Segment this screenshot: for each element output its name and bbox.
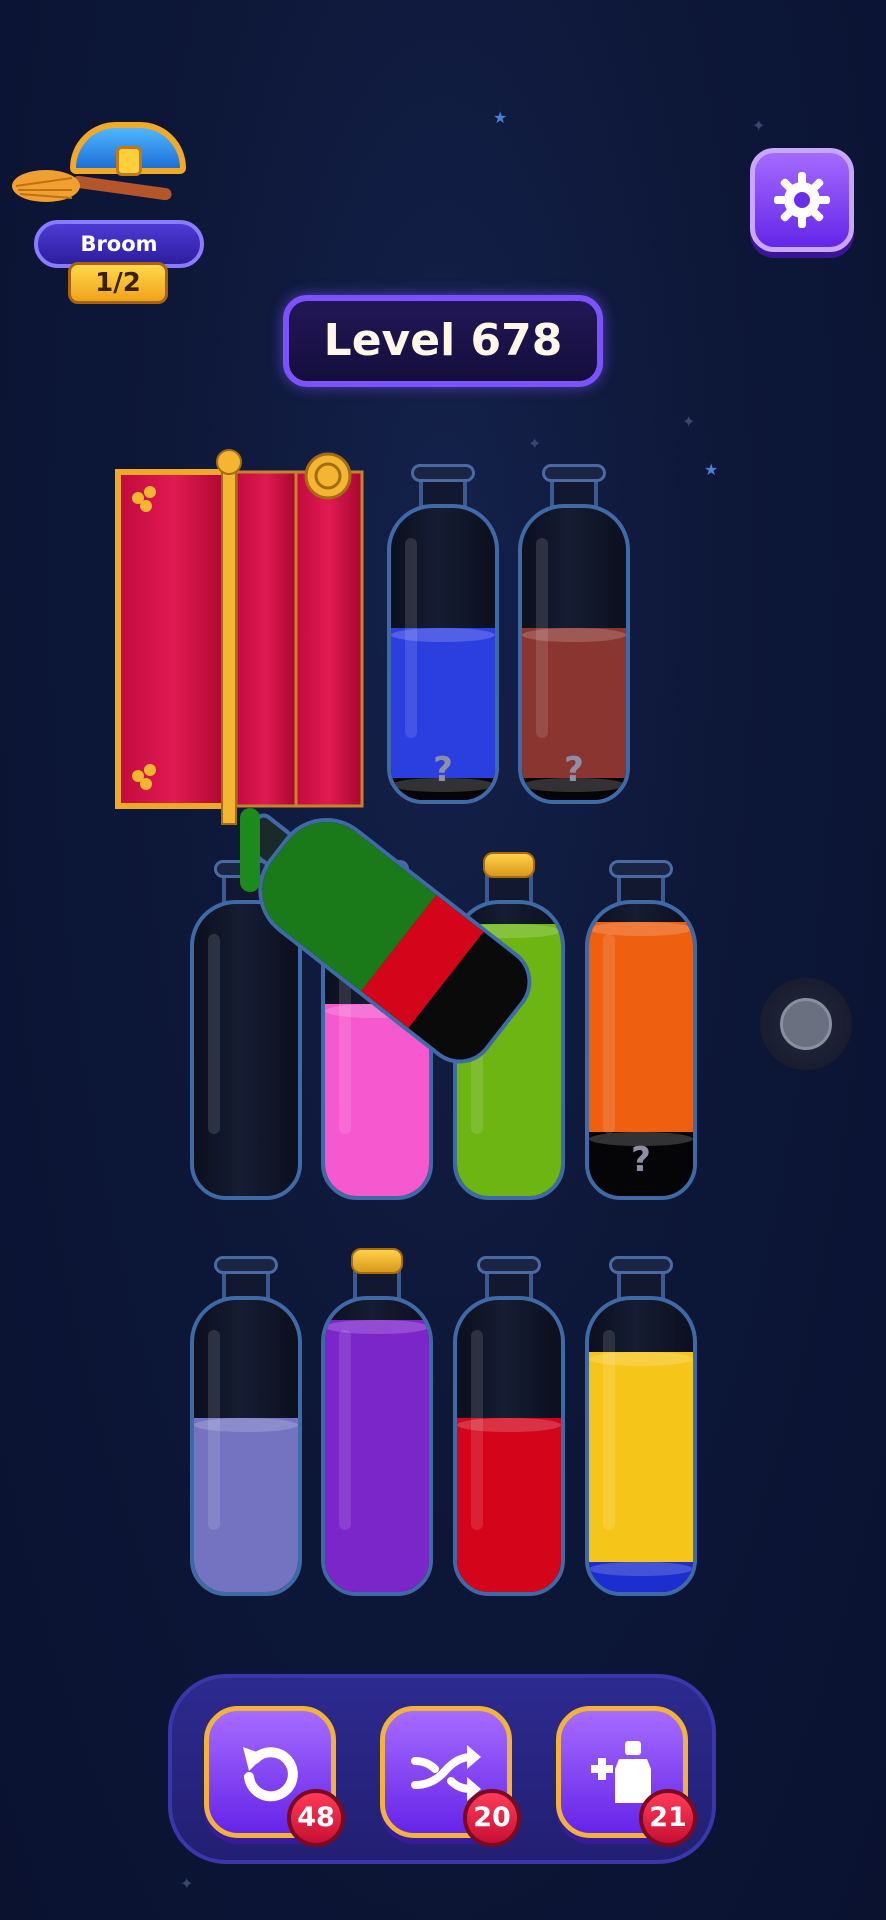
hidden-layer-mark: ?: [433, 750, 453, 790]
star-icon: ✦: [528, 434, 542, 453]
level-label: Level 678: [283, 295, 603, 387]
add-bottle-count: 21: [639, 1789, 697, 1847]
hidden-layer-mark: ?: [631, 1140, 651, 1180]
bottle[interactable]: [321, 1248, 433, 1600]
powerup-bar: 48 20 21: [168, 1674, 716, 1864]
bottle[interactable]: ?: [585, 860, 697, 1204]
star-icon: ★: [704, 460, 719, 479]
bottle[interactable]: [190, 1256, 302, 1600]
star-icon: ✦: [180, 1874, 194, 1893]
star-icon: ✦: [682, 412, 696, 431]
shuffle-count: 20: [463, 1789, 521, 1847]
bottle[interactable]: ?: [518, 464, 630, 808]
gear-icon: [774, 172, 830, 228]
cork-icon: [483, 852, 535, 878]
liquid-navy: [589, 1562, 693, 1592]
bottle[interactable]: ?: [387, 464, 499, 808]
pour-stream: [240, 808, 260, 892]
cork-icon: [351, 1248, 403, 1274]
streak-count: 1/2: [68, 262, 168, 304]
undo-button[interactable]: 48: [204, 1706, 345, 1847]
undo-count: 48: [287, 1789, 345, 1847]
star-icon: ★: [493, 108, 508, 127]
broom-icon: [12, 170, 172, 202]
settings-button[interactable]: [750, 148, 854, 252]
joystick-button[interactable]: [760, 978, 852, 1070]
shuffle-button[interactable]: 20: [380, 1706, 521, 1847]
broom-streak-badge[interactable]: Broom Streak 1/2: [12, 118, 208, 304]
bottle[interactable]: [453, 1256, 565, 1600]
streak-title: Broom Streak: [34, 220, 204, 296]
hidden-layer-mark: ?: [564, 750, 584, 790]
joystick-knob-icon: [780, 998, 832, 1050]
star-icon: ✦: [752, 116, 766, 135]
bottle[interactable]: [585, 1256, 697, 1600]
add-bottle-button[interactable]: 21: [556, 1706, 697, 1847]
curtain-icon[interactable]: [112, 448, 368, 828]
